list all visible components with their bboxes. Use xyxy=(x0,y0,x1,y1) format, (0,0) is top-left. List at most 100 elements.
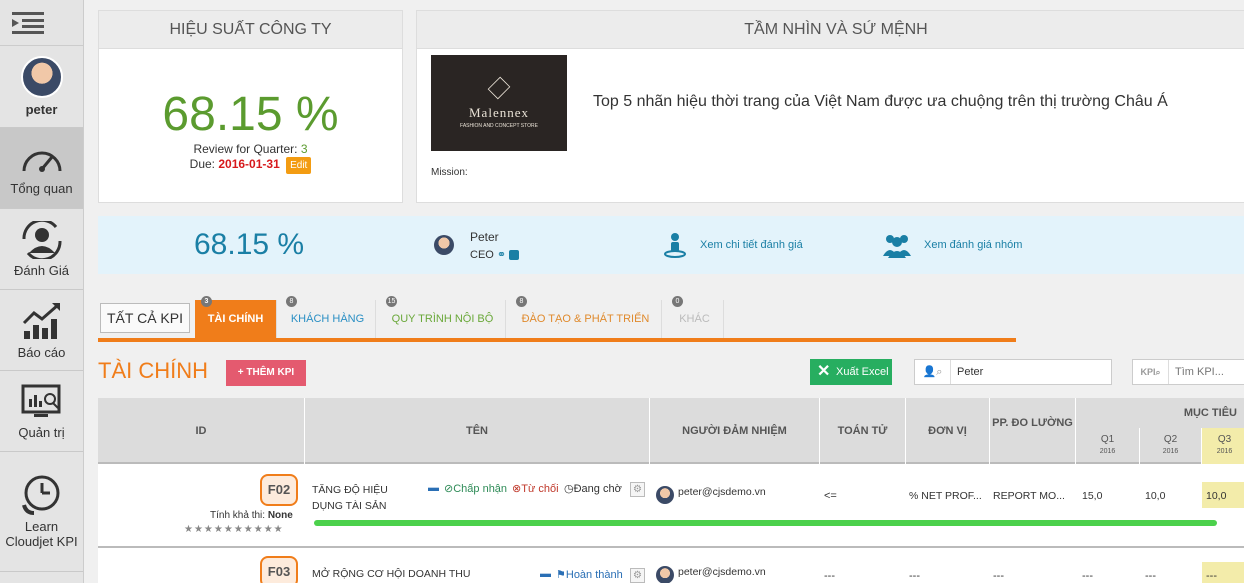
sidebar-item-learn[interactable]: Learn Cloudjet KPI xyxy=(0,452,83,572)
excel-label: Xuất Excel xyxy=(836,366,889,378)
operator-value: <= xyxy=(824,490,837,502)
kpi-id-badge[interactable]: F02 xyxy=(260,474,298,506)
measure-value: --- xyxy=(993,570,1004,582)
table-row[interactable]: F02 Tính khả thi: None ★★★★★★★★★★ TĂNG Đ… xyxy=(98,466,1244,548)
tab-count-badge: 0 xyxy=(672,296,683,307)
feasibility-value: None xyxy=(267,510,293,521)
vision-statement: Top 5 nhãn hiệu thời trang của Việt Nam … xyxy=(593,93,1168,110)
dashboard-gauge-icon xyxy=(22,151,61,172)
col-operator: TOÁN TỬ xyxy=(820,398,906,464)
q3-value[interactable]: 10,0 xyxy=(1206,490,1226,502)
feasibility-label: Tính khả thi: xyxy=(210,510,266,521)
q1-value[interactable]: --- xyxy=(1082,570,1093,582)
tab-all-kpi[interactable]: TẤT CẢ KPI xyxy=(100,303,190,333)
detail-review-icon[interactable] xyxy=(664,232,686,258)
tab-internal-process[interactable]: 15 QUY TRÌNH NỘI BỘ xyxy=(380,296,506,338)
sidebar-item-label: Báo cáo xyxy=(17,344,66,360)
user-search: 👤⌕ xyxy=(914,359,1112,385)
avatar xyxy=(656,486,674,504)
summary-value: 68.15 % xyxy=(194,228,305,261)
sidebar-item-overview[interactable]: Tổng quan xyxy=(0,128,83,209)
status-done[interactable]: ⚑Hoàn thành xyxy=(556,568,623,581)
q3-label: Q3 xyxy=(1217,434,1232,445)
kpi-id-badge[interactable]: F03 xyxy=(260,556,298,583)
q2-value[interactable]: --- xyxy=(1145,570,1156,582)
rating-stars[interactable]: ★★★★★★★★★★ xyxy=(184,524,284,535)
q2-value[interactable]: 10,0 xyxy=(1145,490,1165,502)
col-name: TÊN xyxy=(305,398,650,464)
user-search-icon: 👤⌕ xyxy=(915,360,951,384)
due-date: 2016-01-31 xyxy=(218,157,280,171)
vision-title: TẦM NHÌN VÀ SỨ MỆNH xyxy=(417,11,1244,49)
col-q1: Q1 2016 xyxy=(1076,428,1140,464)
kpi-search-icon: KPI⌕ xyxy=(1133,360,1169,384)
gear-icon[interactable]: ⚙ xyxy=(630,568,645,583)
table-header: ID TÊN NGƯỜI ĐẢM NHIỆM TOÁN TỬ ĐƠN VỊ PP… xyxy=(98,398,1244,464)
person-name: Peter xyxy=(470,230,499,244)
col-measure: PP. ĐO LƯỜNG xyxy=(990,398,1076,464)
status-accept-label: Chấp nhận xyxy=(453,483,508,495)
tab-label: QUY TRÌNH NỘI BỘ xyxy=(391,313,494,325)
table-row[interactable]: F03 MỞ RỘNG CƠ HỘI DOANH THU ▬ ⚑Hoàn thà… xyxy=(98,550,1244,583)
add-kpi-button[interactable]: + THÊM KPI xyxy=(226,360,306,386)
q1-label: Q1 xyxy=(1100,434,1115,445)
status-pending[interactable]: ◷Đang chờ xyxy=(564,482,622,495)
avatar xyxy=(434,235,454,255)
vision-mission-panel: TẦM NHÌN VÀ SỨ MỆNH Malennex FASHION AND… xyxy=(416,10,1244,203)
sidebar-item-label: Learn Cloudjet KPI xyxy=(5,518,78,549)
mission-label: Mission: xyxy=(431,167,468,178)
tab-other[interactable]: 0 KHÁC xyxy=(666,296,724,338)
tab-count-badge: 8 xyxy=(286,296,297,307)
section-title: TÀI CHÍNH xyxy=(98,358,208,383)
admin-monitor-icon xyxy=(21,384,60,417)
q1-value[interactable]: 15,0 xyxy=(1082,490,1102,502)
tab-training[interactable]: 8 ĐÀO TẠO & PHÁT TRIỂN xyxy=(510,296,662,338)
logo-name: Malennex xyxy=(469,105,529,120)
comment-icon[interactable]: ▬ xyxy=(428,482,439,494)
export-excel-button[interactable]: ✕ Xuất Excel xyxy=(810,359,892,385)
sidebar-item-label: Quản trị xyxy=(18,424,65,440)
avatar xyxy=(20,56,63,98)
gear-icon[interactable]: ⚙ xyxy=(630,482,645,497)
sidebar-item-label: Đánh Giá xyxy=(14,262,69,278)
sidebar-item-admin[interactable]: Quản trị xyxy=(0,371,83,452)
owner-email[interactable]: peter@cjsdemo.vn xyxy=(678,566,766,578)
q3-year: 2016 xyxy=(1216,448,1233,455)
tab-count-badge: 8 xyxy=(516,296,527,307)
tab-count-badge: 3 xyxy=(201,296,212,307)
operator-value: --- xyxy=(824,570,835,582)
review-quarter-line: Review for Quarter: 3 xyxy=(99,142,402,157)
excel-icon: ✕ xyxy=(817,363,831,380)
q3-value[interactable]: --- xyxy=(1206,570,1217,582)
kpi-search-input[interactable] xyxy=(1175,363,1244,381)
kpi-name[interactable]: TĂNG ĐỘ HIỆU DỤNG TÀI SẢN xyxy=(312,482,412,514)
badge-icon[interactable] xyxy=(509,250,520,261)
menu-toggle-button[interactable] xyxy=(0,0,83,46)
tab-customer[interactable]: 8 KHÁCH HÀNG xyxy=(280,296,376,338)
role-label: CEO xyxy=(470,249,494,261)
view-detail-review-link[interactable]: Xem chi tiết đánh giá xyxy=(700,239,803,251)
tab-underline xyxy=(98,338,1016,342)
sidebar-user[interactable]: peter xyxy=(0,46,83,128)
kpi-name[interactable]: MỞ RỘNG CƠ HỘI DOANH THU xyxy=(312,568,470,580)
link-icon[interactable]: ⚭ xyxy=(497,249,506,261)
tab-finance[interactable]: 3 TÀI CHÍNH xyxy=(195,296,277,338)
sidebar-item-review[interactable]: Đánh Giá xyxy=(0,209,83,290)
group-review-icon[interactable] xyxy=(882,232,912,258)
status-accept[interactable]: ⊘Chấp nhận xyxy=(444,482,507,495)
col-owner: NGƯỜI ĐẢM NHIỆM xyxy=(650,398,820,464)
comment-icon[interactable]: ▬ xyxy=(540,568,551,580)
measure-value: REPORT MO... xyxy=(993,490,1065,502)
view-group-review-link[interactable]: Xem đánh giá nhóm xyxy=(924,239,1022,251)
edit-due-button[interactable]: Edit xyxy=(286,157,312,174)
kpi-table: ID TÊN NGƯỜI ĐẢM NHIỆM TOÁN TỬ ĐƠN VỊ PP… xyxy=(98,398,1244,583)
sidebar-item-reports[interactable]: Báo cáo xyxy=(0,290,83,371)
tab-label: KHÁC xyxy=(679,313,710,325)
owner-email[interactable]: peter@cjsdemo.vn xyxy=(678,486,766,498)
unit-value: % NET PROF... xyxy=(909,490,982,502)
tab-count-badge: 15 xyxy=(386,296,397,307)
user-search-input[interactable] xyxy=(957,363,1107,381)
status-reject[interactable]: ⊗Từ chối xyxy=(512,482,559,495)
learn-clock-phone-icon xyxy=(21,475,59,515)
status-pending-label: Đang chờ xyxy=(573,483,622,495)
